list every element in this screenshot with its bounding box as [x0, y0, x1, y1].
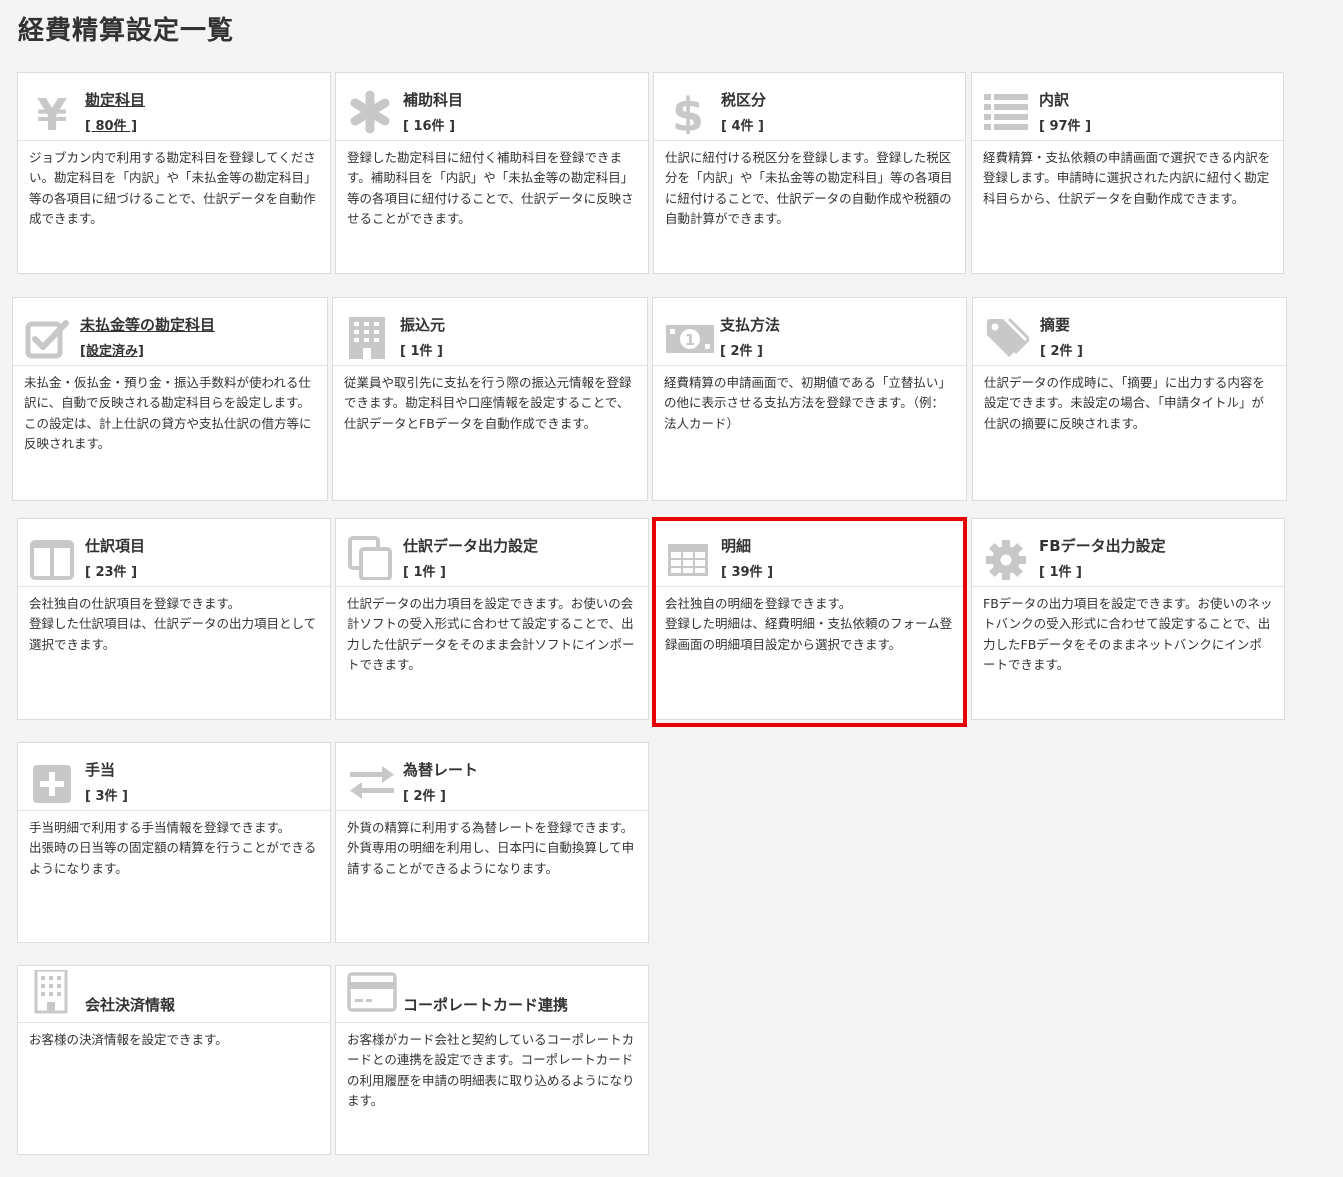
card-journal-output[interactable]: 仕訳データ出力設定 [ 1件 ] 仕訳データの出力項目を設定できます。お使いの会… — [335, 518, 649, 720]
card-breakdown[interactable]: 内訳 [ 97件 ] 経費精算・支払依頼の申請画面で選択できる内訳を登録します。… — [971, 72, 1284, 274]
gear-icon — [984, 536, 1028, 580]
exchange-icon — [348, 760, 396, 804]
card-count: [ 1件 ] — [400, 344, 443, 359]
card-description: 従業員や取引先に支払を行う際の振込元情報を登録できます。勘定科目や口座情報を設定… — [344, 375, 632, 431]
card-title: 明細 — [721, 537, 752, 555]
card-title: 振込元 — [400, 316, 446, 334]
page-title: 経費精算設定一覧 — [18, 16, 235, 46]
card-description: 仕訳に紐付ける税区分を登録します。登録した税区分を「内訳」や「未払金等の勘定科目… — [665, 150, 953, 226]
card-transfer-source[interactable]: 振込元 [ 1件 ] 従業員や取引先に支払を行う際の振込元情報を登録できます。勘… — [332, 297, 648, 501]
card-description: ジョブカン内で利用する勘定科目を登録してください。勘定科目を「内訳」や「未払金等… — [29, 150, 317, 226]
card-title: 内訳 — [1039, 91, 1070, 109]
card-description: 外貨の精算に利用する為替レートを登録できます。外貨専用の明細を利用し、日本円に自… — [347, 820, 635, 876]
card-description: 経費精算・支払依頼の申請画面で選択できる内訳を登録します。申請時に選択された内訳… — [983, 150, 1271, 206]
card-count: [ 97件 ] — [1039, 119, 1092, 134]
svg-text:¥: ¥ — [37, 90, 68, 134]
card-title: 補助科目 — [403, 91, 464, 109]
svg-text:$: $ — [672, 90, 704, 134]
asterisk-icon — [348, 90, 392, 134]
card-title: 手当 — [85, 761, 116, 779]
card-count: [ 23件 ] — [85, 565, 138, 580]
card-details[interactable]: 明細 [ 39件 ] 会社独自の明細を登録できます。 登録した明細は、経費明細・… — [653, 518, 966, 720]
card-count: [ 3件 ] — [85, 789, 128, 804]
card-allowance[interactable]: 手当 [ 3件 ] 手当明細で利用する手当情報を登録できます。 出張時の日当等の… — [17, 742, 331, 943]
card-title[interactable]: 勘定科目 — [85, 89, 145, 110]
card-description: 会社独自の仕訳項目を登録できます。 登録した仕訳項目は、仕訳データの出力項目とし… — [29, 596, 317, 652]
card-title: 仕訳データ出力設定 — [403, 537, 539, 555]
tag-icon — [985, 315, 1029, 359]
card-description: お客様がカード会社と契約しているコーポレートカードとの連携を設定できます。コーポ… — [347, 1032, 635, 1108]
checkbox-icon — [25, 315, 69, 359]
card-corporate-card[interactable]: コーポレートカード連携 お客様がカード会社と契約しているコーポレートカードとの連… — [335, 965, 649, 1155]
card-description: 仕訳データの作成時に、「摘要」に出力する内容を設定できます。未設定の場合、「申請… — [984, 375, 1265, 431]
card-title: 支払方法 — [720, 316, 781, 334]
card-count: [ 1件 ] — [1039, 565, 1082, 580]
plus-icon — [30, 760, 74, 804]
card-description: 経費精算の申請画面で、初期値である「立替払い」の他に表示させる支払方法を登録でき… — [664, 375, 951, 431]
card-title[interactable]: 未払金等の勘定科目 — [80, 314, 215, 335]
card-count: [ 16件 ] — [403, 119, 456, 134]
card-title: 税区分 — [721, 91, 767, 109]
card-description: お客様の決済情報を設定できます。 — [29, 1032, 228, 1047]
card-count: [ 1件 ] — [403, 565, 446, 580]
card-count: [ 2件 ] — [720, 344, 763, 359]
credit-card-icon — [347, 972, 397, 1016]
card-description: 手当明細で利用する手当情報を登録できます。 出張時の日当等の固定額の精算を行うこ… — [29, 820, 317, 876]
building-icon — [32, 970, 76, 1014]
card-title: 仕訳項目 — [85, 537, 146, 555]
card-count[interactable]: [設定済み] — [80, 340, 144, 359]
yen-icon: ¥ — [30, 90, 74, 134]
card-title: 会社決済情報 — [85, 996, 176, 1014]
building-icon — [345, 315, 389, 359]
card-count: [ 2件 ] — [1040, 344, 1083, 359]
svg-text:1: 1 — [685, 331, 695, 349]
card-title: 摘要 — [1040, 316, 1071, 334]
columns-icon — [30, 536, 74, 580]
card-title: コーポレートカード連携 — [403, 996, 569, 1014]
card-summary[interactable]: 摘要 [ 2件 ] 仕訳データの作成時に、「摘要」に出力する内容を設定できます。… — [972, 297, 1287, 501]
copy-icon — [348, 536, 392, 580]
card-tax-category[interactable]: $ 税区分 [ 4件 ] 仕訳に紐付ける税区分を登録します。登録した税区分を「内… — [653, 72, 966, 274]
card-description: 登録した勘定科目に紐付く補助科目を登録できます。補助科目を「内訳」や「未払金等の… — [347, 150, 634, 226]
card-description: FBデータの出力項目を設定できます。お使いのネットバンクの受入形式に合わせて設定… — [983, 596, 1273, 672]
card-unpaid-account[interactable]: 未払金等の勘定科目 [設定済み] 未払金・仮払金・預り金・振込手数料が使われる仕… — [12, 297, 328, 501]
card-description: 仕訳データの出力項目を設定できます。お使いの会計ソフトの受入形式に合わせて設定す… — [347, 596, 635, 672]
card-sub-account[interactable]: 補助科目 [ 16件 ] 登録した勘定科目に紐付く補助科目を登録できます。補助科… — [335, 72, 649, 274]
card-title: 為替レート — [403, 761, 479, 779]
card-description: 未払金・仮払金・預り金・振込手数料が使われる仕訳に、自動で反映される勘定科目らを… — [24, 375, 312, 451]
card-journal-items[interactable]: 仕訳項目 [ 23件 ] 会社独自の仕訳項目を登録できます。 登録した仕訳項目は… — [17, 518, 331, 720]
card-payment-method[interactable]: 1 支払方法 [ 2件 ] 経費精算の申請画面で、初期値である「立替払い」の他に… — [652, 297, 967, 501]
card-exchange-rate[interactable]: 為替レート [ 2件 ] 外貨の精算に利用する為替レートを登録できます。外貨専用… — [335, 742, 649, 943]
money-icon: 1 — [665, 315, 715, 359]
card-count: [ 39件 ] — [721, 565, 774, 580]
card-count[interactable]: [ 80件 ] — [85, 115, 137, 134]
card-description: 会社独自の明細を登録できます。 登録した明細は、経費明細・支払依頼のフォーム登録… — [665, 596, 953, 652]
card-company-payment[interactable]: 会社決済情報 お客様の決済情報を設定できます。 — [17, 965, 331, 1155]
table-icon — [666, 536, 710, 580]
dollar-icon: $ — [666, 90, 710, 134]
card-count: [ 2件 ] — [403, 789, 446, 804]
card-count: [ 4件 ] — [721, 119, 764, 134]
list-icon — [984, 90, 1028, 134]
card-account-title[interactable]: ¥ 勘定科目 [ 80件 ] ジョブカン内で利用する勘定科目を登録してください。… — [17, 72, 331, 274]
card-title: FBデータ出力設定 — [1039, 537, 1166, 555]
card-fb-output[interactable]: FBデータ出力設定 [ 1件 ] FBデータの出力項目を設定できます。お使いのネ… — [971, 518, 1285, 720]
